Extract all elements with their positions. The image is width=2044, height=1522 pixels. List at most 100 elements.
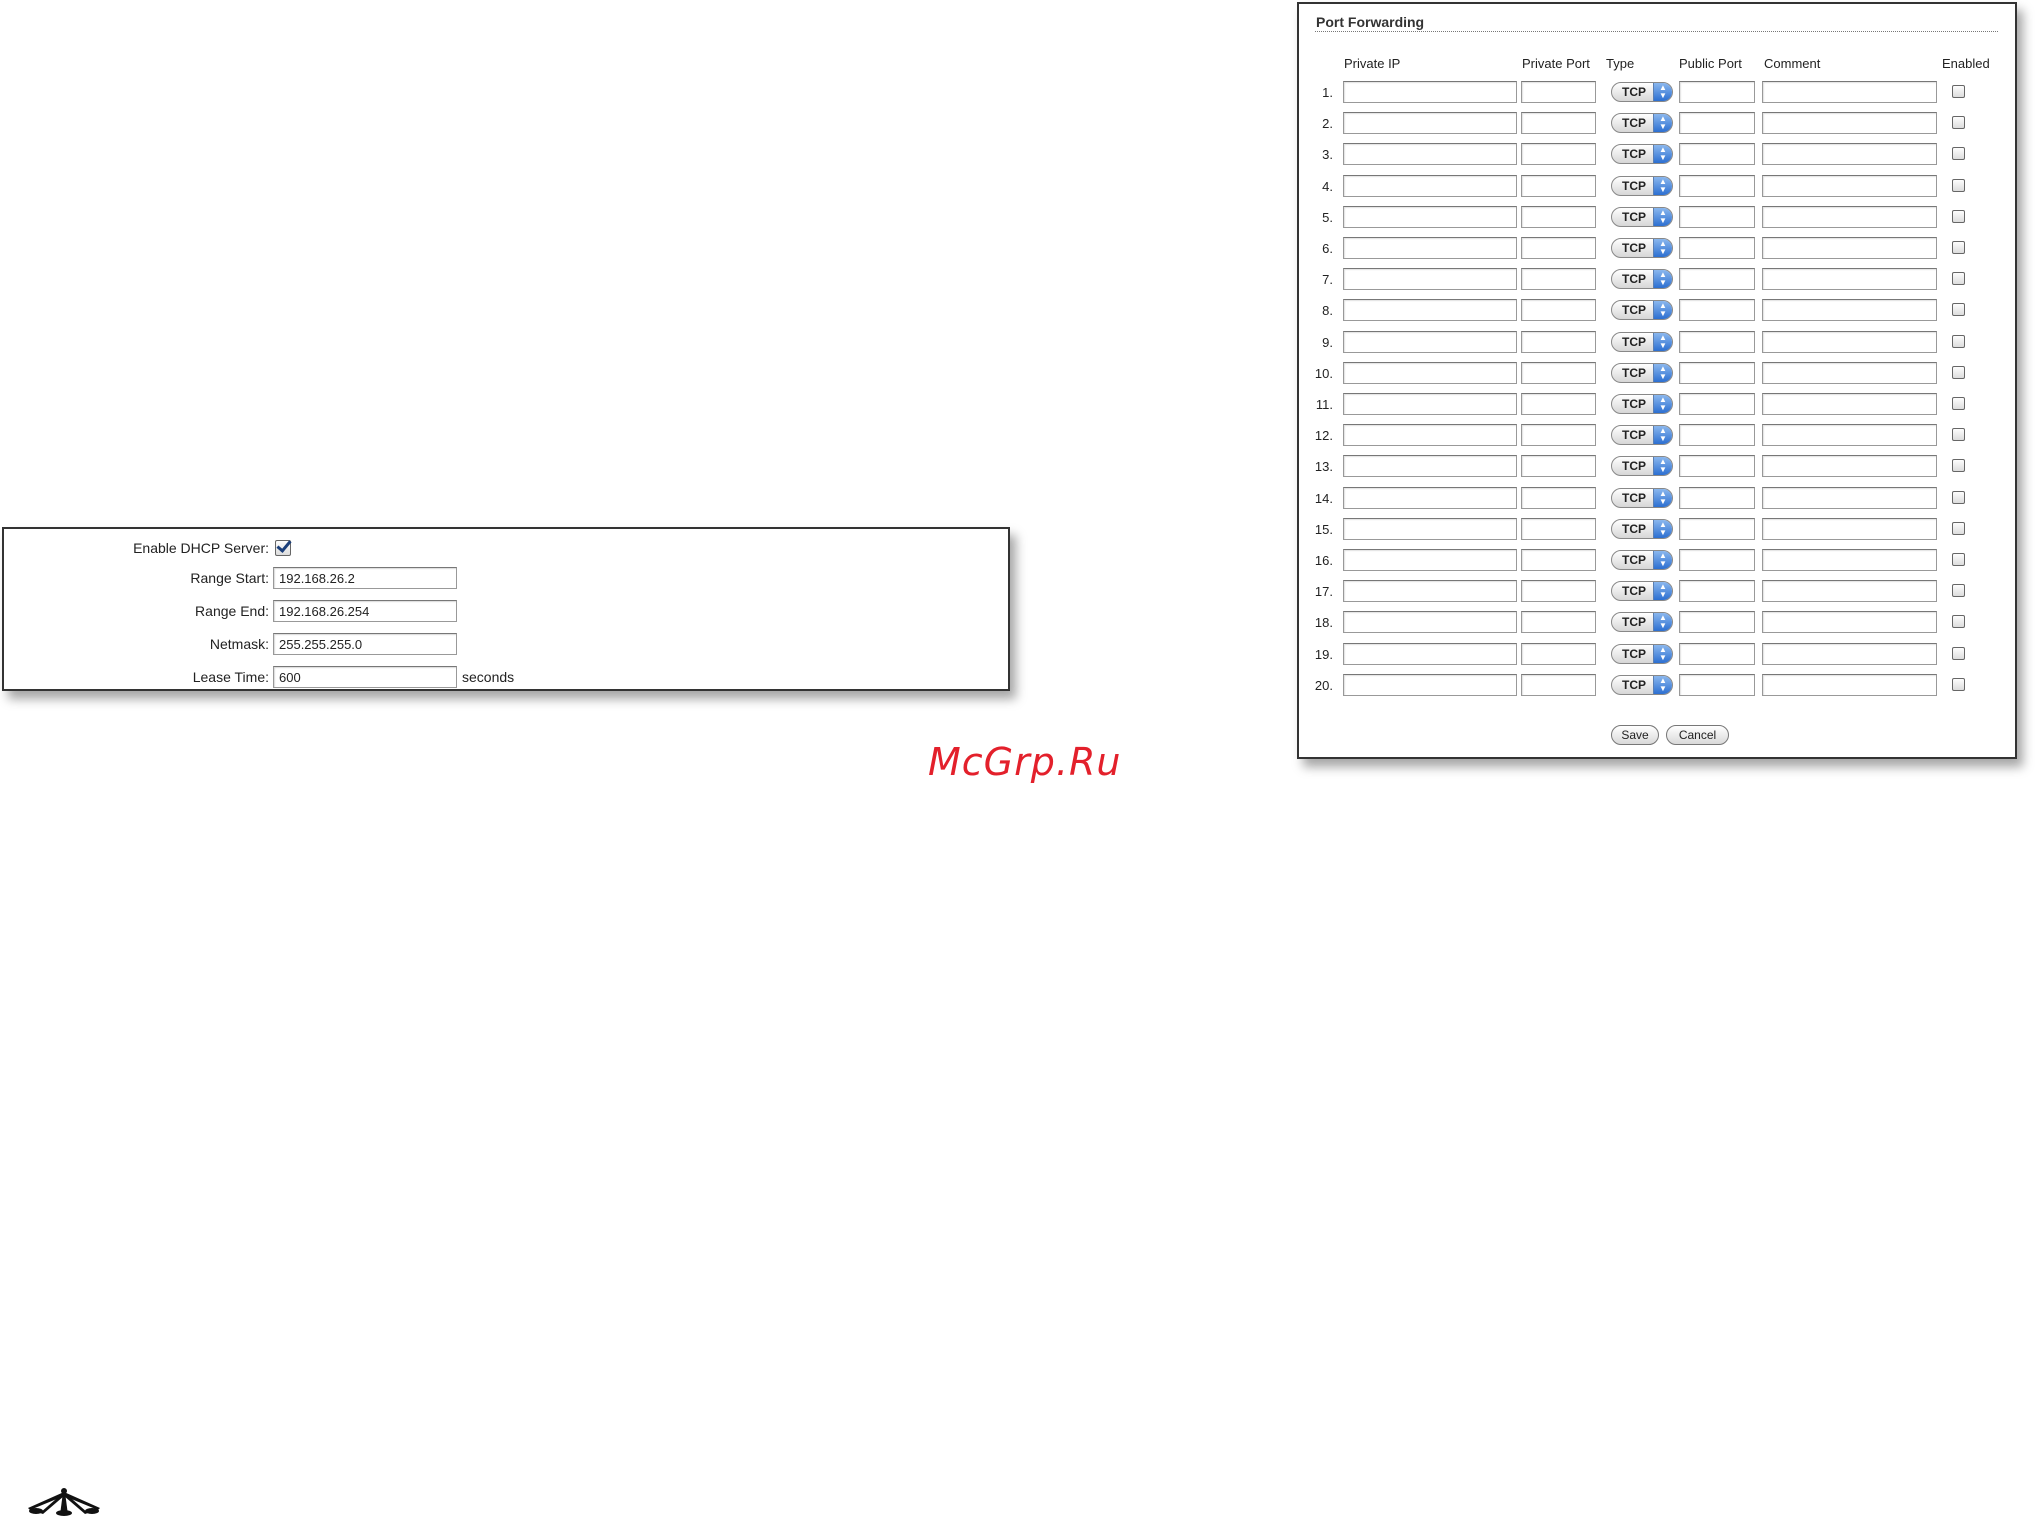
public-port-input[interactable] xyxy=(1679,81,1755,103)
comment-input[interactable] xyxy=(1762,174,1937,197)
type-select[interactable]: TCP ▲ ▼ xyxy=(1611,269,1673,290)
public-port-input[interactable] xyxy=(1679,642,1755,665)
enable-dhcp-checkbox[interactable] xyxy=(275,540,291,556)
type-select[interactable]: TCP ▲ ▼ xyxy=(1611,175,1673,196)
comment-input[interactable] xyxy=(1762,81,1937,103)
public-port-input[interactable] xyxy=(1679,611,1755,634)
type-select[interactable]: TCP ▲ ▼ xyxy=(1611,113,1673,134)
lease-time-input[interactable] xyxy=(273,666,457,688)
enabled-checkbox[interactable] xyxy=(1952,178,1965,192)
type-select[interactable]: TCP ▲ ▼ xyxy=(1611,238,1673,258)
public-port-input[interactable] xyxy=(1679,424,1755,447)
enabled-checkbox[interactable] xyxy=(1952,241,1965,254)
private-ip-input[interactable] xyxy=(1343,455,1517,478)
comment-input[interactable] xyxy=(1762,455,1937,478)
comment-input[interactable] xyxy=(1762,361,1937,384)
private-port-input[interactable] xyxy=(1521,486,1596,509)
private-ip-input[interactable] xyxy=(1343,361,1517,384)
public-port-input[interactable] xyxy=(1679,455,1755,478)
type-select[interactable]: TCP ▲ ▼ xyxy=(1611,643,1673,664)
type-select[interactable]: TCP ▲ ▼ xyxy=(1611,82,1673,102)
private-port-input[interactable] xyxy=(1521,237,1596,259)
type-select[interactable]: TCP ▲ ▼ xyxy=(1611,550,1673,570)
private-ip-input[interactable] xyxy=(1343,268,1517,291)
comment-input[interactable] xyxy=(1762,393,1937,415)
save-button[interactable]: Save xyxy=(1611,725,1659,745)
private-ip-input[interactable] xyxy=(1343,112,1517,135)
private-ip-input[interactable] xyxy=(1343,81,1517,103)
public-port-input[interactable] xyxy=(1679,673,1755,696)
type-select[interactable]: TCP ▲ ▼ xyxy=(1611,612,1673,633)
private-port-input[interactable] xyxy=(1521,642,1596,665)
enabled-checkbox[interactable] xyxy=(1952,365,1965,379)
private-port-input[interactable] xyxy=(1521,81,1596,103)
public-port-input[interactable] xyxy=(1679,361,1755,384)
type-select[interactable]: TCP ▲ ▼ xyxy=(1611,456,1673,477)
comment-input[interactable] xyxy=(1762,299,1937,322)
private-port-input[interactable] xyxy=(1521,517,1596,540)
enabled-checkbox[interactable] xyxy=(1952,615,1965,629)
enabled-checkbox[interactable] xyxy=(1952,459,1965,473)
comment-input[interactable] xyxy=(1762,424,1937,447)
enabled-checkbox[interactable] xyxy=(1952,646,1965,660)
public-port-input[interactable] xyxy=(1679,299,1755,322)
comment-input[interactable] xyxy=(1762,143,1937,166)
public-port-input[interactable] xyxy=(1679,330,1755,353)
enabled-checkbox[interactable] xyxy=(1952,553,1965,566)
enabled-checkbox[interactable] xyxy=(1952,147,1965,161)
private-port-input[interactable] xyxy=(1521,299,1596,322)
type-select[interactable]: TCP ▲ ▼ xyxy=(1611,362,1673,383)
private-port-input[interactable] xyxy=(1521,611,1596,634)
public-port-input[interactable] xyxy=(1679,143,1755,166)
private-port-input[interactable] xyxy=(1521,424,1596,447)
public-port-input[interactable] xyxy=(1679,174,1755,197)
private-port-input[interactable] xyxy=(1521,361,1596,384)
enabled-checkbox[interactable] xyxy=(1952,85,1965,98)
private-port-input[interactable] xyxy=(1521,112,1596,135)
type-select[interactable]: TCP ▲ ▼ xyxy=(1611,300,1673,321)
private-port-input[interactable] xyxy=(1521,393,1596,415)
public-port-input[interactable] xyxy=(1679,237,1755,259)
enabled-checkbox[interactable] xyxy=(1952,334,1965,348)
type-select[interactable]: TCP ▲ ▼ xyxy=(1611,331,1673,352)
public-port-input[interactable] xyxy=(1679,517,1755,540)
comment-input[interactable] xyxy=(1762,580,1937,603)
private-ip-input[interactable] xyxy=(1343,393,1517,415)
private-port-input[interactable] xyxy=(1521,549,1596,571)
public-port-input[interactable] xyxy=(1679,393,1755,415)
enabled-checkbox[interactable] xyxy=(1952,521,1965,535)
private-port-input[interactable] xyxy=(1521,455,1596,478)
private-ip-input[interactable] xyxy=(1343,205,1517,228)
public-port-input[interactable] xyxy=(1679,549,1755,571)
comment-input[interactable] xyxy=(1762,611,1937,634)
enabled-checkbox[interactable] xyxy=(1952,584,1965,598)
private-ip-input[interactable] xyxy=(1343,143,1517,166)
private-ip-input[interactable] xyxy=(1343,330,1517,353)
enabled-checkbox[interactable] xyxy=(1952,490,1965,504)
private-ip-input[interactable] xyxy=(1343,237,1517,259)
cancel-button[interactable]: Cancel xyxy=(1666,725,1729,745)
comment-input[interactable] xyxy=(1762,486,1937,509)
private-port-input[interactable] xyxy=(1521,580,1596,603)
private-ip-input[interactable] xyxy=(1343,424,1517,447)
public-port-input[interactable] xyxy=(1679,112,1755,135)
comment-input[interactable] xyxy=(1762,237,1937,259)
type-select[interactable]: TCP ▲ ▼ xyxy=(1611,394,1673,414)
type-select[interactable]: TCP ▲ ▼ xyxy=(1611,581,1673,602)
comment-input[interactable] xyxy=(1762,268,1937,291)
enabled-checkbox[interactable] xyxy=(1952,303,1965,317)
type-select[interactable]: TCP ▲ ▼ xyxy=(1611,206,1673,227)
type-select[interactable]: TCP ▲ ▼ xyxy=(1611,674,1673,695)
public-port-input[interactable] xyxy=(1679,580,1755,603)
enabled-checkbox[interactable] xyxy=(1952,428,1965,442)
private-ip-input[interactable] xyxy=(1343,299,1517,322)
comment-input[interactable] xyxy=(1762,205,1937,228)
comment-input[interactable] xyxy=(1762,549,1937,571)
enabled-checkbox[interactable] xyxy=(1952,209,1965,223)
type-select[interactable]: TCP ▲ ▼ xyxy=(1611,144,1673,165)
enabled-checkbox[interactable] xyxy=(1952,677,1965,691)
public-port-input[interactable] xyxy=(1679,486,1755,509)
private-ip-input[interactable] xyxy=(1343,580,1517,603)
comment-input[interactable] xyxy=(1762,642,1937,665)
private-port-input[interactable] xyxy=(1521,330,1596,353)
